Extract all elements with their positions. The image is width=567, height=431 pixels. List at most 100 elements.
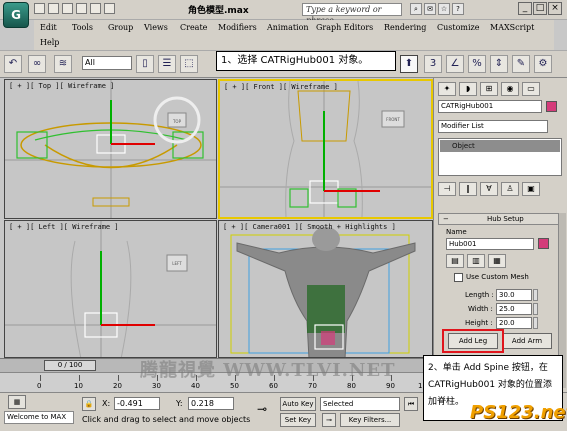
modify-tab-icon[interactable]: ◗ (459, 82, 477, 96)
display-tab-icon[interactable]: ▭ (522, 82, 540, 96)
mirror-icon[interactable]: ⬆ (400, 55, 418, 73)
open-file-icon[interactable] (48, 3, 59, 14)
hub-name-field[interactable]: Hub001 (446, 238, 534, 250)
use-custom-mesh-checkbox[interactable] (454, 273, 463, 282)
maximize-button[interactable]: □ (533, 2, 547, 15)
menu-views[interactable]: Views (144, 23, 168, 32)
hub-setup-rollout[interactable]: − Hub Setup (438, 213, 562, 225)
viewport-camera[interactable]: [ + ][ Camera001 ][ Smooth + Highlights … (218, 220, 433, 358)
configure-sets-icon[interactable]: ▣ (522, 182, 540, 196)
redo-icon[interactable] (90, 3, 101, 14)
modifier-list-dropdown[interactable]: Modifier List (438, 120, 548, 133)
height-spinner[interactable] (533, 317, 538, 329)
save-preset-icon[interactable]: ▥ (467, 254, 485, 268)
rectangular-selection-icon[interactable]: ⬚ (180, 55, 198, 73)
viewport-left-label[interactable]: [ + ][ Left ][ Wireframe ] (9, 223, 119, 231)
time-slider[interactable]: 0 / 100 (44, 360, 96, 371)
key-filters-button[interactable]: Key Filters... (340, 413, 400, 427)
show-end-result-icon[interactable]: ‖ (459, 182, 477, 196)
selection-filter-dropdown[interactable]: All (82, 56, 132, 70)
go-to-start-icon[interactable]: ⏮ (404, 397, 418, 411)
x-coord-field[interactable]: -0.491 (114, 397, 160, 410)
menu-create[interactable]: Create (180, 23, 207, 32)
menu-modifiers[interactable]: Modifiers (218, 23, 257, 32)
width-field[interactable]: 25.0 (496, 303, 532, 315)
create-tab-icon[interactable]: ✦ (438, 82, 456, 96)
viewport-front[interactable]: FRONT [ + ][ Front ][ Wireframe ] (218, 79, 433, 219)
hierarchy-tab-icon[interactable]: ⊞ (480, 82, 498, 96)
maxscript-listener[interactable]: Welcome to MAX (4, 411, 74, 424)
stack-tools: ⊣ ‖ ∀ ♙ ▣ (438, 182, 543, 196)
viewport-front-label[interactable]: [ + ][ Front ][ Wireframe ] (224, 83, 338, 91)
save-file-icon[interactable] (62, 3, 73, 14)
app-logo-icon[interactable]: G (3, 2, 29, 28)
length-label: Length : (465, 291, 494, 299)
render-setup-icon[interactable]: ⚙ (534, 55, 552, 73)
key-set-dropdown[interactable]: Selected (320, 397, 400, 411)
menu-group[interactable]: Group (108, 23, 133, 32)
help-icon[interactable]: ? (452, 3, 464, 15)
set-key-mode-icon[interactable]: ⊸ (250, 403, 274, 417)
hub-color-swatch[interactable] (538, 238, 549, 249)
set-key-button[interactable]: Set Key (280, 413, 316, 427)
undo-icon[interactable] (76, 3, 87, 14)
key-filters-icon[interactable]: ⊸ (322, 413, 336, 427)
menu-rendering[interactable]: Rendering (384, 23, 426, 32)
viewport-left[interactable]: LEFT [ + ][ Left ][ Wireframe ] (4, 220, 217, 358)
x-coord-label: X: (102, 399, 111, 408)
communication-icon[interactable]: ✉ (424, 3, 436, 15)
length-spinner[interactable] (533, 289, 538, 301)
project-folder-icon[interactable] (104, 3, 115, 14)
select-by-name-icon[interactable]: ☰ (158, 55, 176, 73)
menu-edit[interactable]: Edit (40, 23, 57, 32)
title-bar: 角色模型.max Type a keyword or phrase ⌕✉☆? _… (0, 0, 567, 25)
edit-named-selection-icon[interactable]: ✎ (512, 55, 530, 73)
motion-tab-icon[interactable]: ◉ (501, 82, 519, 96)
object-color-swatch[interactable] (546, 101, 557, 112)
tick-0 (40, 375, 41, 381)
menu-tools[interactable]: Tools (72, 23, 93, 32)
minimize-button[interactable]: _ (518, 2, 532, 15)
copy-icon[interactable]: ▦ (488, 254, 506, 268)
y-coord-field[interactable]: 0.218 (188, 397, 234, 410)
new-file-icon[interactable] (34, 3, 45, 14)
command-panel-tabs: ✦ ◗ ⊞ ◉ ▭ (438, 82, 543, 96)
height-label: Height : (465, 319, 493, 327)
menu-maxscript[interactable]: MAXScript (490, 23, 534, 32)
height-field[interactable]: 20.0 (496, 317, 532, 329)
spinner-snap-icon[interactable]: ⇕ (490, 55, 508, 73)
search-input[interactable]: Type a keyword or phrase (302, 3, 402, 25)
name-label: Name (446, 228, 467, 236)
menu-animation[interactable]: Animation (267, 23, 309, 32)
viewport-camera-label[interactable]: [ + ][ Camera001 ][ Smooth + Highlights … (223, 223, 396, 231)
snap-toggle-icon[interactable]: 3 (424, 55, 442, 73)
select-object-icon[interactable]: ▯ (136, 55, 154, 73)
search-icon[interactable]: ⌕ (410, 3, 422, 15)
favorites-icon[interactable]: ☆ (438, 3, 450, 15)
make-unique-icon[interactable]: ∀ (480, 182, 498, 196)
width-spinner[interactable] (533, 303, 538, 315)
close-button[interactable]: × (548, 2, 562, 15)
viewport-top-label[interactable]: [ + ][ Top ][ Wireframe ] (9, 82, 114, 90)
select-and-link-icon[interactable]: ∞ (28, 55, 46, 73)
load-preset-icon[interactable]: ▤ (446, 254, 464, 268)
mini-listener-icon[interactable]: ▦ (8, 395, 26, 409)
menu-help[interactable]: Help (40, 38, 59, 47)
bind-space-warp-icon[interactable]: ≋ (54, 55, 72, 73)
auto-key-button[interactable]: Auto Key (280, 397, 316, 411)
add-arm-button[interactable]: Add Arm (502, 333, 552, 349)
modifier-stack[interactable]: Object (438, 138, 562, 176)
percent-snap-icon[interactable]: % (468, 55, 486, 73)
menu-graph-editors[interactable]: Graph Editors (316, 23, 373, 32)
menu-customize[interactable]: Customize (437, 23, 480, 32)
remove-modifier-icon[interactable]: ♙ (501, 182, 519, 196)
modifier-stack-item[interactable]: Object (440, 140, 560, 152)
angle-snap-icon[interactable]: ∠ (446, 55, 464, 73)
viewport-top[interactable]: TOP [ + ][ Top ][ Wireframe ] (4, 79, 217, 219)
length-field[interactable]: 30.0 (496, 289, 532, 301)
site-logo: PS123.net (470, 402, 567, 423)
pin-stack-icon[interactable]: ⊣ (438, 182, 456, 196)
object-name-field[interactable]: CATRigHub001 (438, 100, 542, 113)
undo-icon[interactable]: ↶ (4, 55, 22, 73)
lock-selection-icon[interactable]: 🔒 (82, 397, 96, 411)
